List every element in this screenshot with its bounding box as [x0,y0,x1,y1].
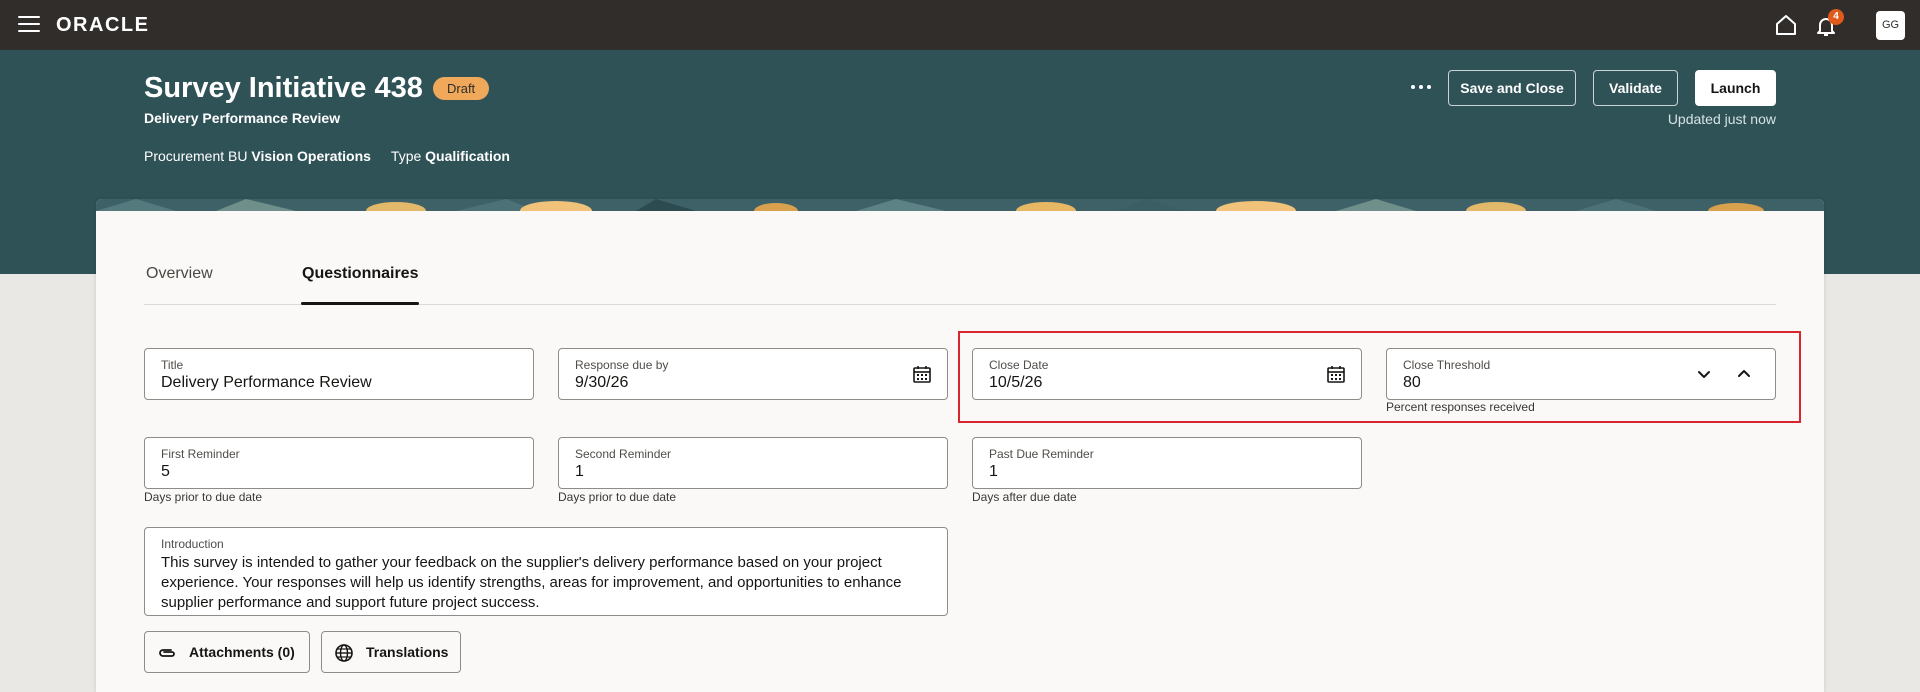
launch-button[interactable]: Launch [1695,70,1776,106]
validate-button[interactable]: Validate [1593,70,1678,106]
introduction-field[interactable]: Introduction This survey is intended to … [144,527,948,616]
menu-icon[interactable] [18,16,40,34]
first-reminder-value: 5 [161,463,170,480]
calendar-icon[interactable] [912,364,932,384]
response-due-label: Response due by [575,358,669,372]
title-field-label: Title [161,358,184,372]
status-badge: Draft [433,77,490,100]
past-due-reminder-field[interactable]: Past Due Reminder 1 [972,437,1362,489]
past-due-reminder-help: Days after due date [972,490,1077,504]
more-actions-button[interactable] [1406,74,1436,100]
response-due-value: 9/30/26 [575,374,629,391]
tab-bar: Overview Questionnaires [144,247,1776,305]
introduction-label: Introduction [161,537,224,551]
title-field[interactable]: Title Delivery Performance Review [144,348,534,400]
updated-status: Updated just now [1667,111,1776,127]
first-reminder-label: First Reminder [161,447,240,461]
translations-button[interactable]: Translations [321,631,461,673]
past-due-reminder-value: 1 [989,463,998,480]
active-tab-indicator [301,302,419,305]
translations-label: Translations [366,644,449,660]
second-reminder-help: Days prior to due date [558,490,677,504]
notifications-button[interactable]: 4 [1814,9,1844,38]
highlight-box [958,331,1801,423]
first-reminder-help: Days prior to due date [144,490,263,504]
notification-badge: 4 [1828,9,1844,25]
title-field-value: Delivery Performance Review [161,374,372,391]
paperclip-icon [159,649,175,657]
type-label: Type [390,148,422,164]
attachments-label: Attachments (0) [189,644,295,660]
type-value: Qualification [425,148,510,164]
user-avatar[interactable]: GG [1876,11,1905,40]
globe-icon [335,644,353,662]
home-icon[interactable] [1774,13,1798,37]
second-reminder-value: 1 [575,463,584,480]
response-due-field[interactable]: Response due by 9/30/26 [558,348,948,400]
second-reminder-field[interactable]: Second Reminder 1 [558,437,948,489]
tab-overview[interactable]: Overview [146,265,213,283]
save-and-close-button[interactable]: Save and Close [1448,70,1576,106]
attachments-button[interactable]: Attachments (0) [144,631,310,673]
procurement-bu-label: Procurement BU [144,148,248,164]
introduction-value: This survey is intended to gather your f… [161,554,902,611]
oracle-logo[interactable]: ORACLE [56,14,149,37]
page-subtitle: Delivery Performance Review [144,110,341,126]
first-reminder-field[interactable]: First Reminder 5 [144,437,534,489]
procurement-bu-value: Vision Operations [251,148,371,164]
second-reminder-label: Second Reminder [575,447,672,461]
page-title: Survey Initiative 438 [144,72,423,104]
past-due-reminder-label: Past Due Reminder [989,447,1094,461]
main-card: Overview Questionnaires Title Delivery P… [96,199,1824,692]
header-meta: Procurement BU Vision Operations Type Qua… [144,148,510,164]
top-nav-bar: ORACLE 4 GG [0,0,1920,50]
card-decoration [96,199,1824,211]
tab-questionnaires[interactable]: Questionnaires [302,265,418,283]
